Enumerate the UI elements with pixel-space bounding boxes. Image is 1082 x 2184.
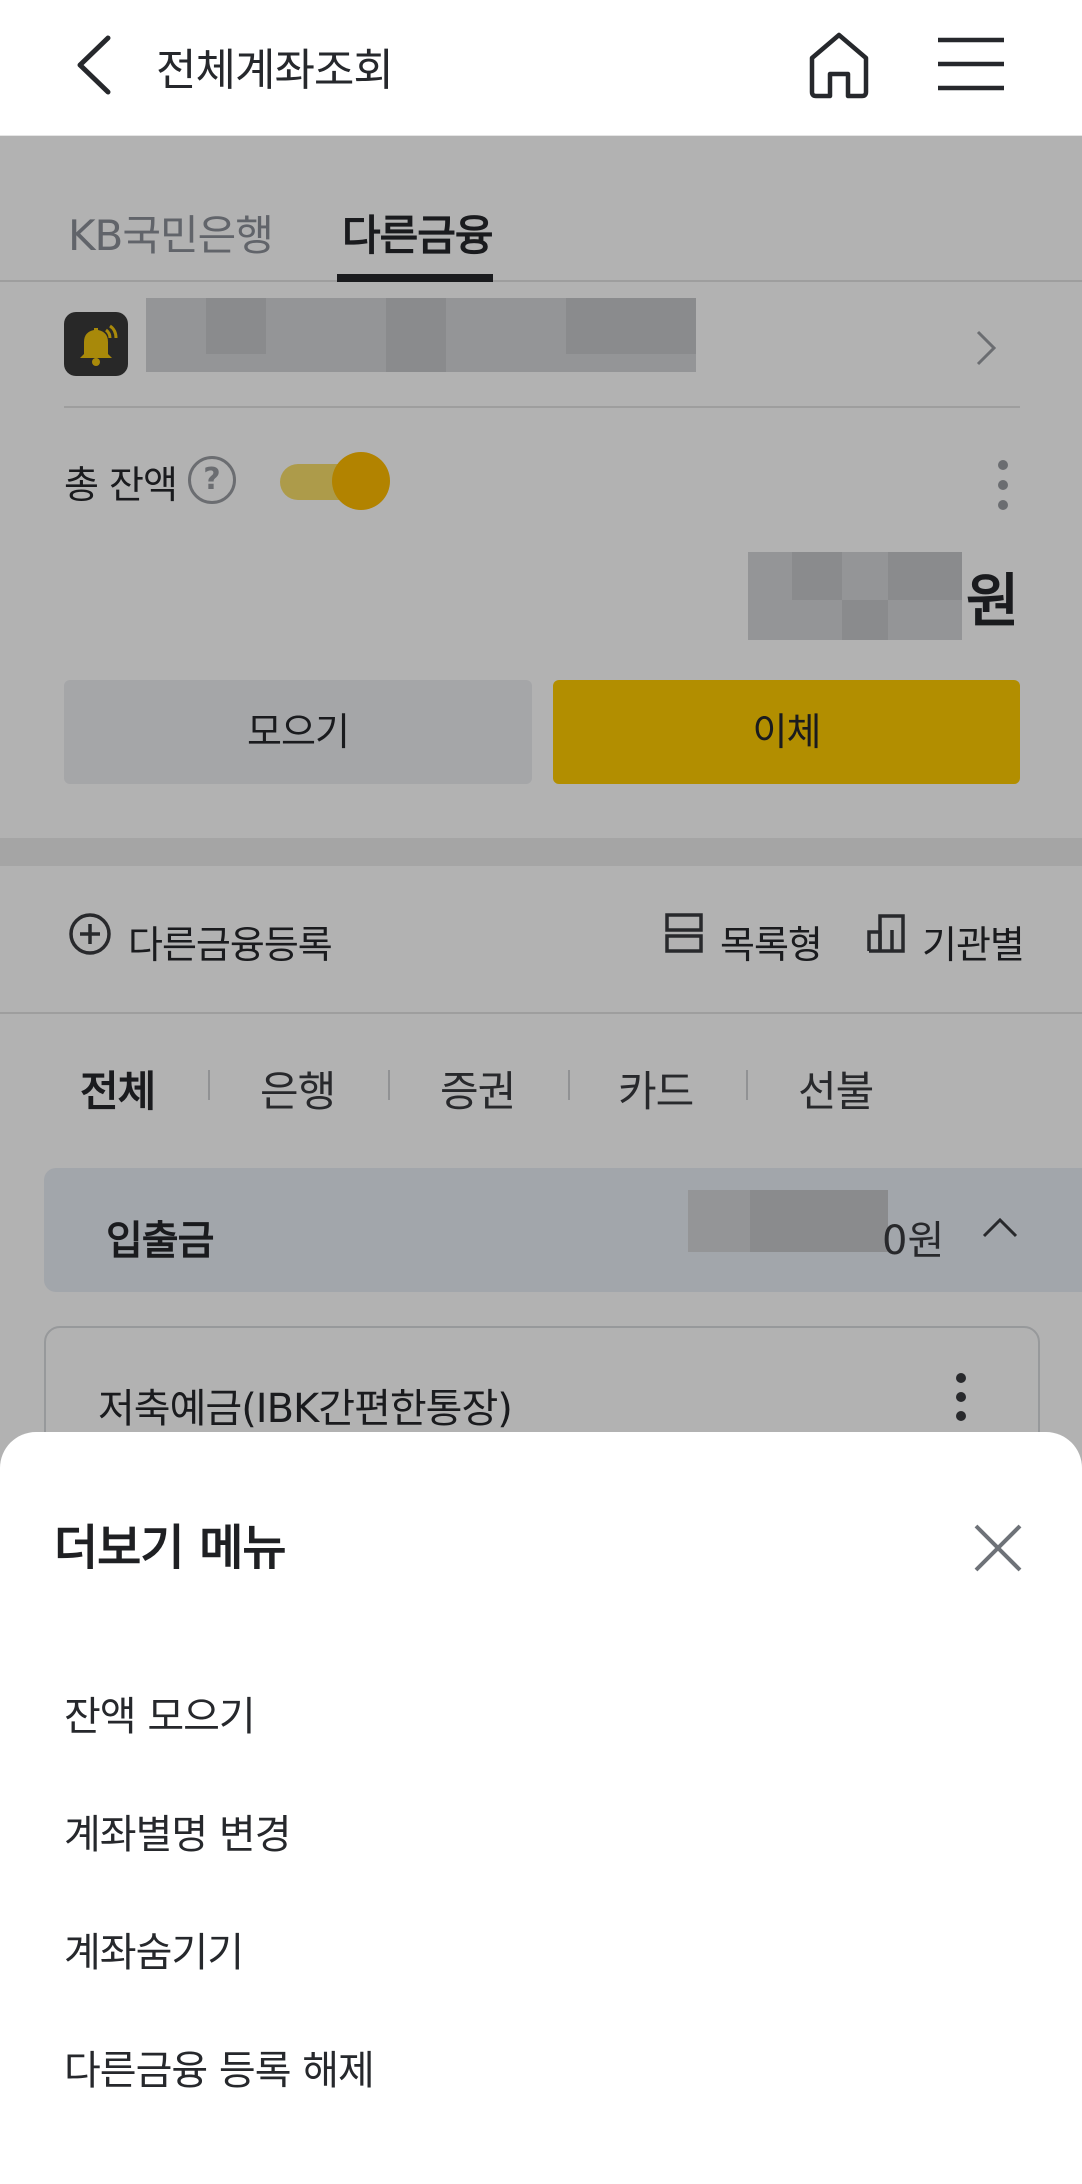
hamburger-menu-icon[interactable]: [936, 34, 1006, 94]
sheet-title: 더보기 메뉴: [54, 1520, 287, 1576]
menu-item-hide-account[interactable]: 계좌숨기기: [64, 1920, 244, 1978]
menu-item-collect-balance[interactable]: 잔액 모으기: [64, 1684, 256, 1742]
home-icon[interactable]: [806, 30, 872, 100]
page-title: 전체계좌조회: [156, 45, 394, 96]
top-app-bar: 전체계좌조회: [0, 0, 1082, 136]
menu-item-rename-account[interactable]: 계좌별명 변경: [64, 1802, 292, 1860]
menu-item-unregister-finance[interactable]: 다른금융 등록 해제: [64, 2038, 375, 2096]
more-menu-sheet: 더보기 메뉴 잔액 모으기 계좌별명 변경 계좌숨기기 다른금융 등록 해제: [0, 1432, 1082, 2184]
chevron-left-icon[interactable]: [70, 32, 120, 98]
close-icon[interactable]: [972, 1522, 1024, 1574]
